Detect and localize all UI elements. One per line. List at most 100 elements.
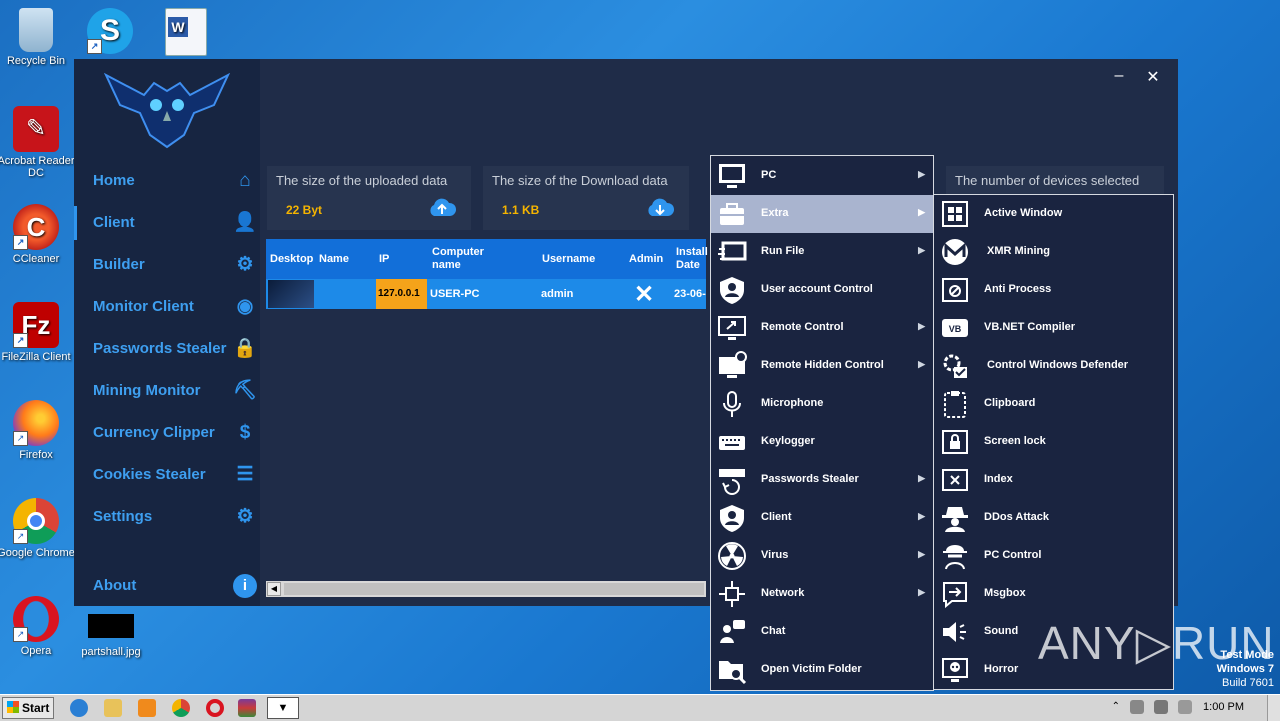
flag-tray-icon[interactable] xyxy=(1178,700,1192,714)
media-player-icon[interactable] xyxy=(138,699,156,717)
menu-item-open-victim-folder[interactable]: Open Victim Folder xyxy=(711,651,933,689)
close-window-icon xyxy=(942,469,968,491)
menu-item-remote-hidden-control[interactable]: Remote Hidden Control ▶ xyxy=(711,347,933,385)
show-desktop-button[interactable] xyxy=(1267,695,1280,721)
image-file-icon xyxy=(88,614,134,638)
cloud-download-icon xyxy=(648,198,675,216)
submenu-arrow-icon: ▶ xyxy=(918,359,925,369)
sidebar-item-settings[interactable]: Settings ⚙ xyxy=(74,496,260,538)
submenu-item-control-windows-defender[interactable]: Control Windows Defender xyxy=(934,347,1173,385)
menu-item-network[interactable]: Network ▶ xyxy=(711,575,933,613)
gear-check-icon xyxy=(943,354,967,378)
volume-icon[interactable] xyxy=(1130,700,1144,714)
menu-item-pc[interactable]: PC ▶ xyxy=(711,157,933,195)
opera-icon: ↗ xyxy=(13,596,59,642)
skype-shortcut[interactable]: S ↗ xyxy=(70,8,150,57)
submenu-arrow-icon: ▶ xyxy=(918,587,925,597)
network-tray-icon[interactable] xyxy=(1154,700,1168,714)
network-icon xyxy=(719,581,745,607)
desktop-icon-recycle-bin[interactable]: Recycle Bin xyxy=(0,8,76,67)
word-document[interactable]: W xyxy=(146,8,226,59)
horizontal-scrollbar[interactable]: ◀ xyxy=(266,581,706,597)
submenu-item-active-window[interactable]: Active Window xyxy=(934,195,1173,233)
desktop-icon-firefox[interactable]: ↗ Firefox xyxy=(0,400,76,461)
submenu-item-ddos-attack[interactable]: DDos Attack xyxy=(934,499,1173,537)
column-header[interactable]: Admin xyxy=(629,253,663,266)
firefox-icon: ↗ xyxy=(13,400,59,446)
internet-explorer-icon[interactable] xyxy=(70,699,88,717)
active-window-taskbar-button[interactable]: ▼ xyxy=(267,697,299,719)
rar-archive-icon[interactable] xyxy=(238,699,256,717)
opera-taskbar-icon[interactable] xyxy=(206,699,224,717)
card-title: The size of the uploaded data xyxy=(276,173,448,188)
menu-item-virus[interactable]: Virus ▶ xyxy=(711,537,933,575)
menu-item-chat[interactable]: Chat xyxy=(711,613,933,651)
column-header[interactable]: Username xyxy=(542,253,595,266)
submenu-arrow-icon: ▶ xyxy=(918,207,925,217)
column-header[interactable]: Install Date xyxy=(676,246,708,272)
table-row[interactable]: 127.0.0.1 USER-PC admin ✕ 23-06-2 xyxy=(266,279,706,309)
scroll-left-arrow[interactable]: ◀ xyxy=(267,582,281,596)
taskbar: Start ▼ ⌃ 1:00 PM xyxy=(0,694,1280,721)
file-explorer-icon[interactable] xyxy=(104,699,122,717)
submenu-item-vbnet-compiler[interactable]: VB VB.NET Compiler xyxy=(934,309,1173,347)
menu-item-keylogger[interactable]: Keylogger xyxy=(711,423,933,461)
submenu-item-msgbox[interactable]: Msgbox xyxy=(934,575,1173,613)
sidebar-item-mining-monitor[interactable]: Mining Monitor ⛏ xyxy=(74,370,260,412)
desktop-icon-acrobat[interactable]: ✎ Acrobat Reader DC xyxy=(0,106,76,179)
chrome-taskbar-icon[interactable] xyxy=(172,699,190,717)
column-header[interactable]: IP xyxy=(379,253,389,266)
desktop-icon-opera[interactable]: ↗ Opera xyxy=(0,596,76,657)
close-button[interactable]: ✕ xyxy=(1140,67,1166,87)
scroll-thumb[interactable] xyxy=(284,583,704,595)
submenu-item-clipboard[interactable]: Clipboard xyxy=(934,385,1173,423)
menu-item-run-file[interactable]: Run File ▶ xyxy=(711,233,933,271)
start-button[interactable]: Start xyxy=(2,697,54,719)
test-mode-line: Windows 7 xyxy=(1216,663,1274,675)
sidebar-item-label: Cookies Stealer xyxy=(93,466,206,483)
sidebar-item-label: Passwords Stealer xyxy=(93,340,227,357)
submenu-item-screen-lock[interactable]: Screen lock xyxy=(934,423,1173,461)
downloaded-data-card: The size of the Download data 1.1 KB xyxy=(483,166,689,230)
monero-icon xyxy=(942,239,968,265)
menu-item-extra[interactable]: Extra ▶ xyxy=(711,195,933,233)
submenu-item-anti-process[interactable]: Anti Process xyxy=(934,271,1173,309)
desktop-icon-filezilla[interactable]: Fz ↗ FileZilla Client xyxy=(0,302,76,363)
sidebar-item-client[interactable]: Client 👤 xyxy=(74,202,260,244)
column-header[interactable]: Desktop xyxy=(270,253,314,266)
menu-item-client[interactable]: Client ▶ xyxy=(711,499,933,537)
pickaxe-icon: ⛏ xyxy=(233,380,258,401)
show-hidden-icons-arrow[interactable]: ⌃ xyxy=(1112,701,1120,712)
submenu-item-index[interactable]: Index xyxy=(934,461,1173,499)
screen-lock-icon xyxy=(942,430,968,454)
sidebar-item-label: Mining Monitor xyxy=(93,382,201,399)
menu-item-user-account-control[interactable]: User account Control xyxy=(711,271,933,309)
desktop-icon-chrome[interactable]: ↗ Google Chrome xyxy=(0,498,76,559)
desktop-icon-ccleaner[interactable]: C ↗ CCleaner xyxy=(0,204,76,265)
sidebar-item-about[interactable]: About i xyxy=(74,565,260,607)
cloud-upload-icon xyxy=(430,198,457,216)
submenu-item-pc-control[interactable]: PC Control xyxy=(934,537,1173,575)
uploaded-data-card: The size of the uploaded data 22 Byt xyxy=(267,166,471,230)
desktop-icon-partshall[interactable]: partshall.jpg xyxy=(71,614,151,658)
sidebar-item-label: About xyxy=(93,577,137,594)
svg-text:VB: VB xyxy=(949,324,962,334)
sidebar-item-label: Monitor Client xyxy=(93,298,194,315)
sidebar-item-home[interactable]: Home ⌂ xyxy=(74,160,260,202)
sidebar-item-currency-clipper[interactable]: Currency Clipper $ xyxy=(74,412,260,454)
taskbar-clock[interactable]: 1:00 PM xyxy=(1203,701,1244,713)
sidebar-item-passwords-stealer[interactable]: Passwords Stealer 🔒 xyxy=(74,328,260,370)
column-header[interactable]: Computer name xyxy=(432,246,502,272)
recycle-bin-icon xyxy=(19,8,53,52)
submenu-item-xmr-mining[interactable]: XMR Mining xyxy=(934,233,1173,271)
spy-icon xyxy=(943,545,967,570)
column-header[interactable]: Name xyxy=(319,253,349,266)
sidebar-item-builder[interactable]: Builder ⚙ xyxy=(74,244,260,286)
folder-search-icon xyxy=(719,661,747,685)
menu-item-passwords-stealer[interactable]: Passwords Stealer ▶ xyxy=(711,461,933,499)
minimize-button[interactable]: – xyxy=(1106,67,1132,87)
menu-item-microphone[interactable]: Microphone xyxy=(711,385,933,423)
sidebar-item-monitor-client[interactable]: Monitor Client ◉ xyxy=(74,286,260,328)
menu-item-remote-control[interactable]: Remote Control ▶ xyxy=(711,309,933,347)
sidebar-item-cookies-stealer[interactable]: Cookies Stealer ☰ xyxy=(74,454,260,496)
